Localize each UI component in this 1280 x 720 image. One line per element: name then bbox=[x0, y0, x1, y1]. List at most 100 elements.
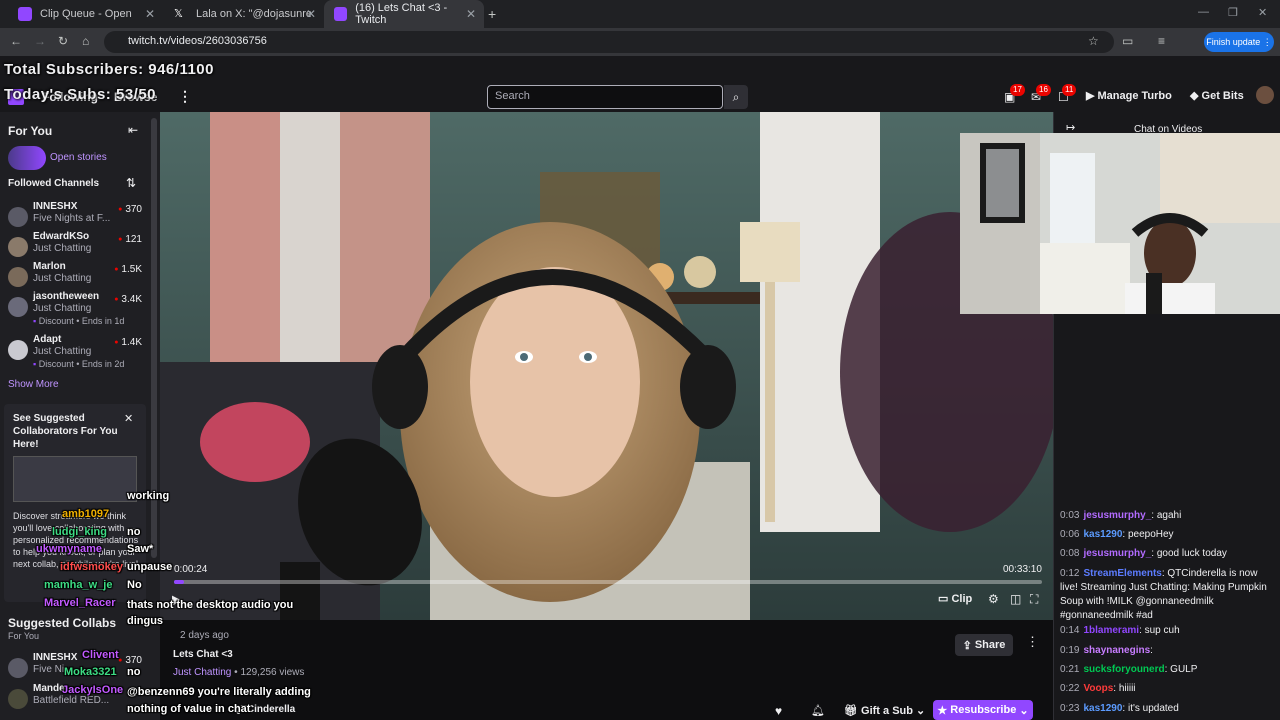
current-time: 0:00:24 bbox=[174, 564, 208, 575]
notification-bell-icon[interactable]: 🔔︎ bbox=[811, 704, 825, 717]
browser-tab-bar: Clip Queue - Open ✕ 𝕏 Lala on X: "@dojas… bbox=[0, 0, 1280, 28]
close-tab-icon[interactable]: ✕ bbox=[466, 7, 476, 21]
collapse-sidebar-icon[interactable]: ⇤ bbox=[128, 123, 138, 137]
tab-title: (16) Lets Chat <3 - Twitch bbox=[355, 2, 448, 26]
bookmark-star-icon[interactable]: ☆ bbox=[1088, 34, 1099, 48]
avatar bbox=[8, 267, 28, 287]
theatre-mode-icon[interactable]: ◫ bbox=[1010, 592, 1021, 606]
chat-username[interactable]: sucksforyounerd bbox=[1083, 664, 1164, 675]
cast-icon[interactable]: ▭ bbox=[1122, 34, 1133, 48]
chat-username[interactable]: 1blamerami bbox=[1083, 625, 1139, 636]
search-button[interactable]: ⌕ bbox=[724, 85, 748, 109]
chat-username[interactable]: jesusmurphy_ bbox=[1083, 510, 1151, 521]
open-stories-link[interactable]: Open stories bbox=[50, 152, 107, 163]
chat-message: 0:19 shaynanegins: bbox=[1060, 645, 1153, 656]
show-more-link[interactable]: Show More bbox=[8, 379, 59, 390]
chat-message: 0:21 sucksforyounerd: GULP bbox=[1060, 664, 1198, 675]
overlay-chat-text: thats not the desktop audio you dingus bbox=[127, 599, 294, 627]
overlay-chat-text: Saw* bbox=[127, 543, 154, 555]
settings-gear-icon[interactable]: ⚙ bbox=[988, 592, 999, 606]
forward-icon[interactable]: → bbox=[34, 34, 46, 48]
chat-username[interactable]: shaynanegins bbox=[1083, 645, 1150, 656]
avatar bbox=[8, 658, 28, 678]
overlay-chat-user: JackyIsOne bbox=[62, 684, 124, 696]
seek-bar[interactable] bbox=[174, 580, 1042, 584]
overlay-chat-user: Clivent bbox=[82, 649, 119, 661]
followed-channel-item[interactable]: INNESHX Five Nights at F... 370 bbox=[0, 201, 150, 231]
minimize-icon[interactable]: — bbox=[1198, 6, 1209, 18]
manage-turbo-button[interactable]: ▶ Manage Turbo bbox=[1086, 89, 1172, 102]
twitch-favicon-icon bbox=[334, 7, 348, 21]
user-avatar[interactable] bbox=[1256, 86, 1274, 104]
gift-sub-button[interactable]: 🎁︎ Gift a Sub ⌄ bbox=[844, 704, 925, 717]
overlay-chat-text: no bbox=[127, 526, 141, 538]
video-title: Lets Chat <3 bbox=[173, 649, 233, 660]
todays-subs-text: Today's Subs: 53/50 bbox=[4, 86, 157, 103]
chat-username[interactable]: StreamElements bbox=[1083, 568, 1161, 579]
tab-clip-queue[interactable]: Clip Queue - Open ✕ bbox=[8, 0, 163, 28]
get-bits-button[interactable]: ◆ Get Bits bbox=[1190, 89, 1244, 102]
video-meta: Just Chatting • 129,256 views bbox=[173, 667, 305, 678]
avatar bbox=[8, 689, 28, 709]
chat-message: 0:03 jesusmurphy_: agahi bbox=[1060, 510, 1182, 521]
seek-progress bbox=[174, 580, 185, 584]
maximize-icon[interactable]: ❐ bbox=[1228, 6, 1238, 19]
for-you-subheading: For You bbox=[8, 631, 40, 641]
streamer-webcam bbox=[960, 133, 1280, 314]
category-link[interactable]: Just Chatting bbox=[173, 667, 231, 678]
discount-text: ▪ Discount • Ends in 1d bbox=[33, 316, 125, 326]
fullscreen-icon[interactable]: ⛶ bbox=[1030, 592, 1038, 607]
reading-list-icon[interactable]: ≡ bbox=[1158, 34, 1165, 48]
chat-message: 0:06 kas1290: peepoHey bbox=[1060, 529, 1174, 540]
close-tab-icon[interactable]: ✕ bbox=[306, 7, 316, 21]
tab-title: Clip Queue - Open bbox=[40, 8, 132, 20]
posted-date: 2 days ago bbox=[180, 630, 229, 641]
url-text: twitch.tv/videos/2603036756 bbox=[128, 35, 267, 47]
video-player[interactable]: 0:00:24 00:33:10 ▶ ▭ Clip ⚙ ◫ ⛶ bbox=[160, 112, 1053, 620]
resubscribe-button[interactable]: ★ Resubscribe ⌄ bbox=[933, 700, 1033, 720]
suggested-collabs-heading: Suggested Collabs bbox=[8, 616, 117, 630]
overlay-chat-user: Moka3321 bbox=[64, 666, 117, 678]
discount-icon: ▪ bbox=[33, 359, 37, 369]
chat-message: 0:12 StreamElements: QTCinderella is now … bbox=[1060, 568, 1267, 621]
close-card-icon[interactable]: ✕ bbox=[124, 412, 133, 425]
overlay-chat-text: No bbox=[127, 579, 142, 591]
clip-button[interactable]: ▭ Clip bbox=[938, 592, 972, 605]
more-options-icon[interactable]: ⋮ bbox=[1026, 634, 1039, 650]
followed-channel-item[interactable]: EdwardKSo Just Chatting 121 bbox=[0, 231, 150, 261]
share-button[interactable]: ⇪ Share bbox=[955, 634, 1013, 656]
notification-badge: 11 bbox=[1062, 84, 1077, 96]
close-window-icon[interactable]: ✕ bbox=[1258, 6, 1267, 19]
overlay-chat-user: Marvel_Racer bbox=[44, 597, 116, 609]
followed-channel-item[interactable]: Marlon Just Chatting 1.5K bbox=[0, 261, 150, 291]
chat-username[interactable]: Voops bbox=[1083, 683, 1113, 694]
stories-avatars[interactable] bbox=[8, 146, 46, 170]
followed-channel-item[interactable]: Adapt Just Chatting 1.4K ▪ Discount • En… bbox=[0, 334, 150, 376]
twitch-favicon-icon bbox=[18, 7, 32, 21]
sort-icon[interactable]: ⇅ bbox=[126, 176, 136, 190]
avatar bbox=[8, 237, 28, 257]
chat-username[interactable]: jesusmurphy_ bbox=[1083, 548, 1151, 559]
followed-channel-item[interactable]: jasontheween Just Chatting 3.4K ▪ Discou… bbox=[0, 291, 150, 333]
webcam-image bbox=[960, 133, 1280, 314]
back-icon[interactable]: ← bbox=[10, 34, 22, 48]
suggest-title: See Suggested Collaborators For You Here… bbox=[13, 413, 118, 450]
tab-twitch-lets-chat[interactable]: (16) Lets Chat <3 - Twitch ✕ bbox=[324, 0, 484, 28]
avatar bbox=[8, 297, 28, 317]
url-field[interactable]: twitch.tv/videos/2603036756 bbox=[104, 31, 1114, 53]
chat-username[interactable]: kas1290 bbox=[1083, 703, 1122, 714]
overlay-chat-text: working bbox=[127, 490, 170, 502]
close-tab-icon[interactable]: ✕ bbox=[145, 7, 155, 21]
chat-message: 0:22 Voops: hiiiii bbox=[1060, 683, 1136, 694]
tab-lala-x[interactable]: 𝕏 Lala on X: "@dojasunreleased u ✕ bbox=[164, 0, 324, 28]
search-input[interactable]: Search bbox=[487, 85, 723, 109]
reload-icon[interactable]: ↻ bbox=[58, 34, 68, 48]
new-tab-icon[interactable]: + bbox=[488, 6, 496, 22]
follow-heart-icon[interactable]: ♥ bbox=[775, 704, 782, 718]
home-icon[interactable]: ⌂ bbox=[82, 34, 89, 48]
finish-update-button[interactable]: Finish update ⋮ bbox=[1204, 32, 1274, 52]
total-subscribers-text: Total Subscribers: 946/1100 bbox=[4, 61, 214, 78]
more-menu-icon[interactable]: ⋮ bbox=[178, 88, 192, 105]
total-time: 00:33:10 bbox=[1003, 564, 1042, 575]
chat-username[interactable]: kas1290 bbox=[1083, 529, 1122, 540]
